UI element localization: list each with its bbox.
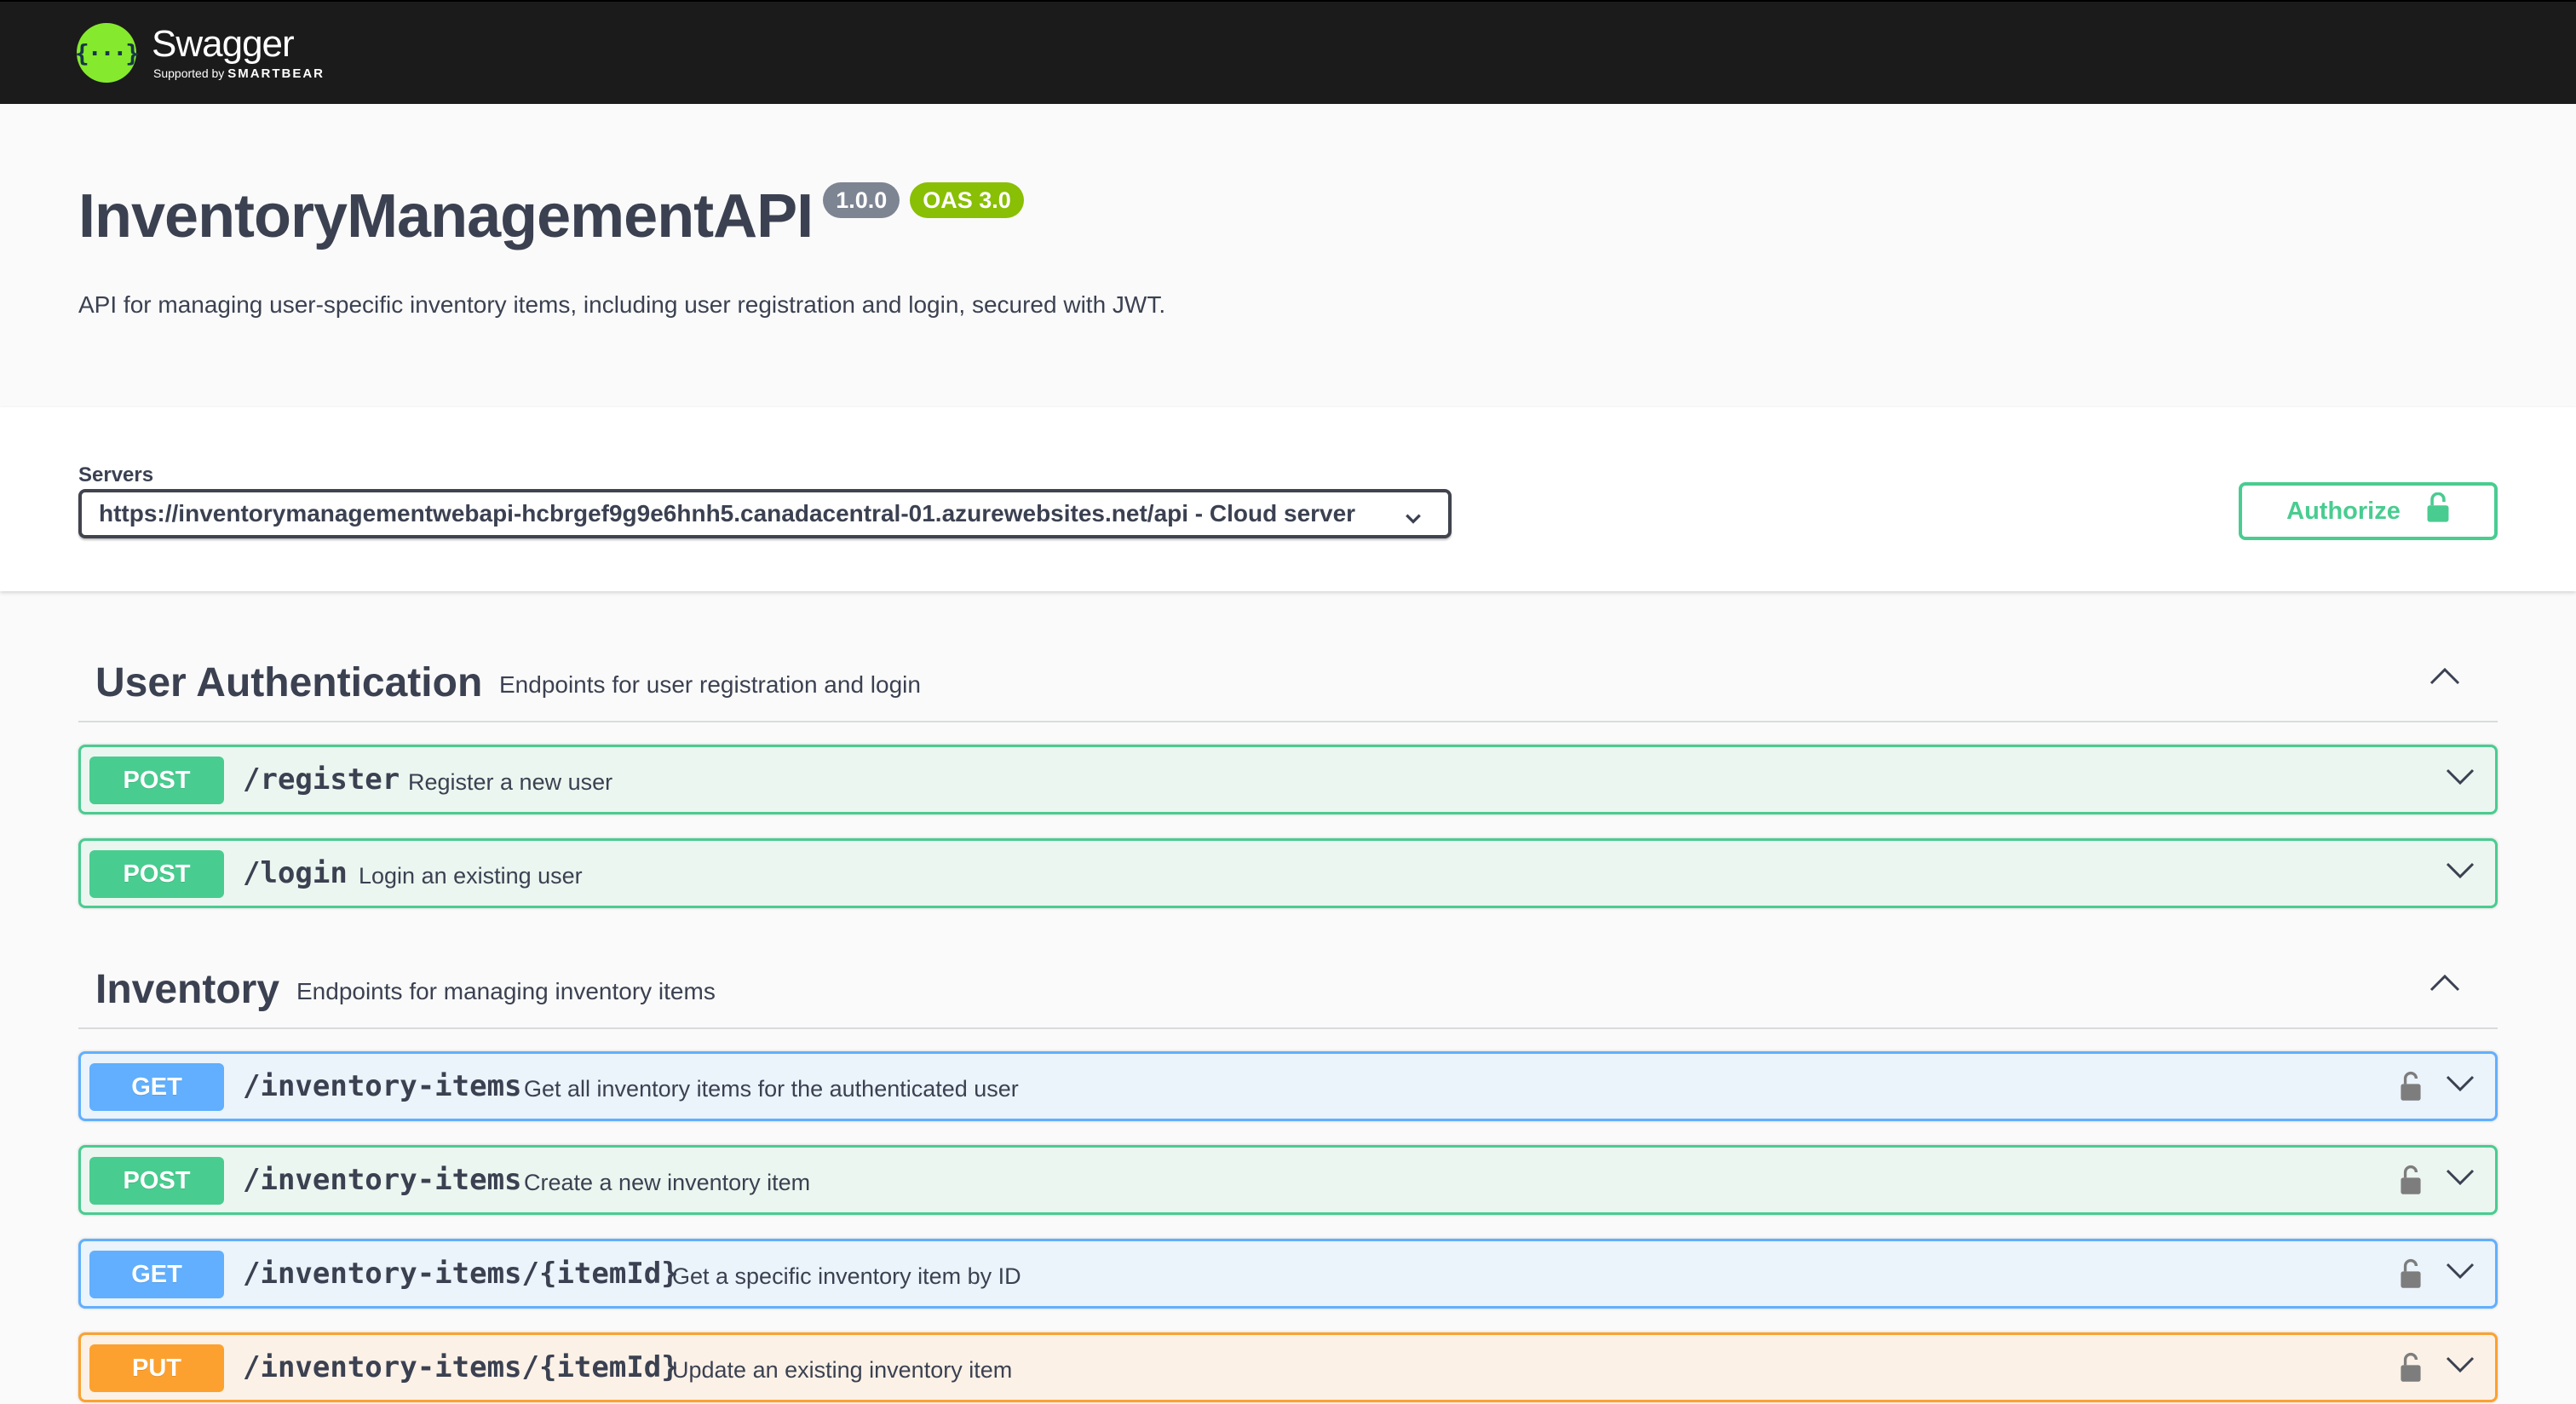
- servers-select-value: https://inventorymanagementwebapi-hcbrge…: [99, 500, 1356, 526]
- logo-text: Swagger Supported by SMARTBEAR: [152, 22, 325, 81]
- method-badge: GET: [89, 1063, 224, 1111]
- servers-select[interactable]: https://inventorymanagementwebapi-hcbrge…: [78, 489, 1452, 538]
- lock-icon[interactable]: [2400, 1352, 2422, 1387]
- scheme-container: Servers https://inventorymanagementwebap…: [0, 407, 2576, 591]
- topbar: {···} Swagger Supported by SMARTBEAR: [0, 0, 2576, 104]
- operation-path: /register: [243, 762, 400, 797]
- tag-inventory[interactable]: Inventory Endpoints for managing invento…: [78, 944, 2498, 1029]
- chevron-up-icon[interactable]: [2429, 973, 2460, 998]
- tag-description: Endpoints for managing inventory items: [296, 978, 716, 1004]
- logo-name: Swagger: [152, 22, 295, 65]
- operation-path: /login: [243, 856, 348, 890]
- api-title: InventoryManagementAPI: [78, 182, 814, 250]
- operation-get-inventory-items[interactable]: GET /inventory-items Get all inventory i…: [78, 1051, 2498, 1121]
- logo-brand: SMARTBEAR: [227, 66, 325, 81]
- chevron-down-icon[interactable]: [2446, 861, 2475, 884]
- lock-icon[interactable]: [2400, 1165, 2422, 1200]
- authorize-label: Authorize: [2286, 497, 2401, 525]
- tag-name: Inventory: [95, 967, 280, 1012]
- api-description: API for managing user-specific inventory…: [78, 291, 1166, 318]
- chevron-down-icon[interactable]: [2446, 768, 2475, 791]
- chevron-down-icon[interactable]: [2446, 1355, 2475, 1378]
- method-badge: POST: [89, 850, 224, 898]
- chevron-down-icon[interactable]: [2446, 1262, 2475, 1285]
- method-badge: PUT: [89, 1344, 224, 1392]
- title-row: InventoryManagementAPI 1.0.0 OAS 3.0: [78, 182, 1024, 250]
- operation-post-login[interactable]: POST /login Login an existing user: [78, 838, 2498, 908]
- operation-summary: Get a specific inventory item by ID: [672, 1263, 1021, 1289]
- operation-summary: Register a new user: [408, 769, 613, 795]
- logo-supported-by: Supported by: [153, 66, 225, 80]
- operation-put-inventory-item[interactable]: PUT /inventory-items/{itemId} Update an …: [78, 1332, 2498, 1402]
- method-badge: POST: [89, 1157, 224, 1205]
- chevron-down-icon: [1404, 506, 1423, 533]
- servers-label: Servers: [78, 463, 154, 486]
- lock-icon[interactable]: [2400, 1071, 2422, 1106]
- logo-subtitle: Supported by SMARTBEAR: [153, 66, 325, 81]
- swagger-logo[interactable]: {···} Swagger Supported by SMARTBEAR: [75, 19, 325, 87]
- method-badge: GET: [89, 1251, 224, 1298]
- operation-get-inventory-item-by-id[interactable]: GET /inventory-items/{itemId} Get a spec…: [78, 1239, 2498, 1309]
- operation-summary: Get all inventory items for the authenti…: [524, 1076, 1019, 1102]
- operation-post-inventory-items[interactable]: POST /inventory-items Create a new inven…: [78, 1145, 2498, 1215]
- operation-path: /inventory-items/{itemId}: [243, 1350, 679, 1384]
- lock-icon[interactable]: [2400, 1258, 2422, 1293]
- oas-badge: OAS 3.0: [910, 182, 1024, 218]
- tag-name: User Authentication: [95, 660, 483, 705]
- operation-path: /inventory-items/{itemId}: [243, 1257, 679, 1291]
- operation-summary: Update an existing inventory item: [672, 1357, 1013, 1383]
- chevron-up-icon[interactable]: [2429, 666, 2460, 691]
- operation-summary: Login an existing user: [359, 863, 583, 889]
- swagger-logo-icon: {···}: [75, 23, 140, 83]
- operation-summary: Create a new inventory item: [524, 1170, 811, 1195]
- authorize-button[interactable]: Authorize: [2239, 482, 2498, 540]
- api-info: InventoryManagementAPI 1.0.0 OAS 3.0 API…: [0, 104, 2576, 407]
- method-badge: POST: [89, 757, 224, 804]
- tag-user-authentication[interactable]: User Authentication Endpoints for user r…: [78, 637, 2498, 722]
- chevron-down-icon[interactable]: [2446, 1074, 2475, 1097]
- chevron-down-icon[interactable]: [2446, 1168, 2475, 1191]
- tag-description: Endpoints for user registration and logi…: [499, 671, 921, 698]
- operation-path: /inventory-items: [243, 1069, 522, 1103]
- lock-icon: [2426, 492, 2450, 530]
- operation-post-register[interactable]: POST /register Register a new user: [78, 745, 2498, 814]
- operation-path: /inventory-items: [243, 1163, 522, 1197]
- version-badge: 1.0.0: [823, 182, 900, 218]
